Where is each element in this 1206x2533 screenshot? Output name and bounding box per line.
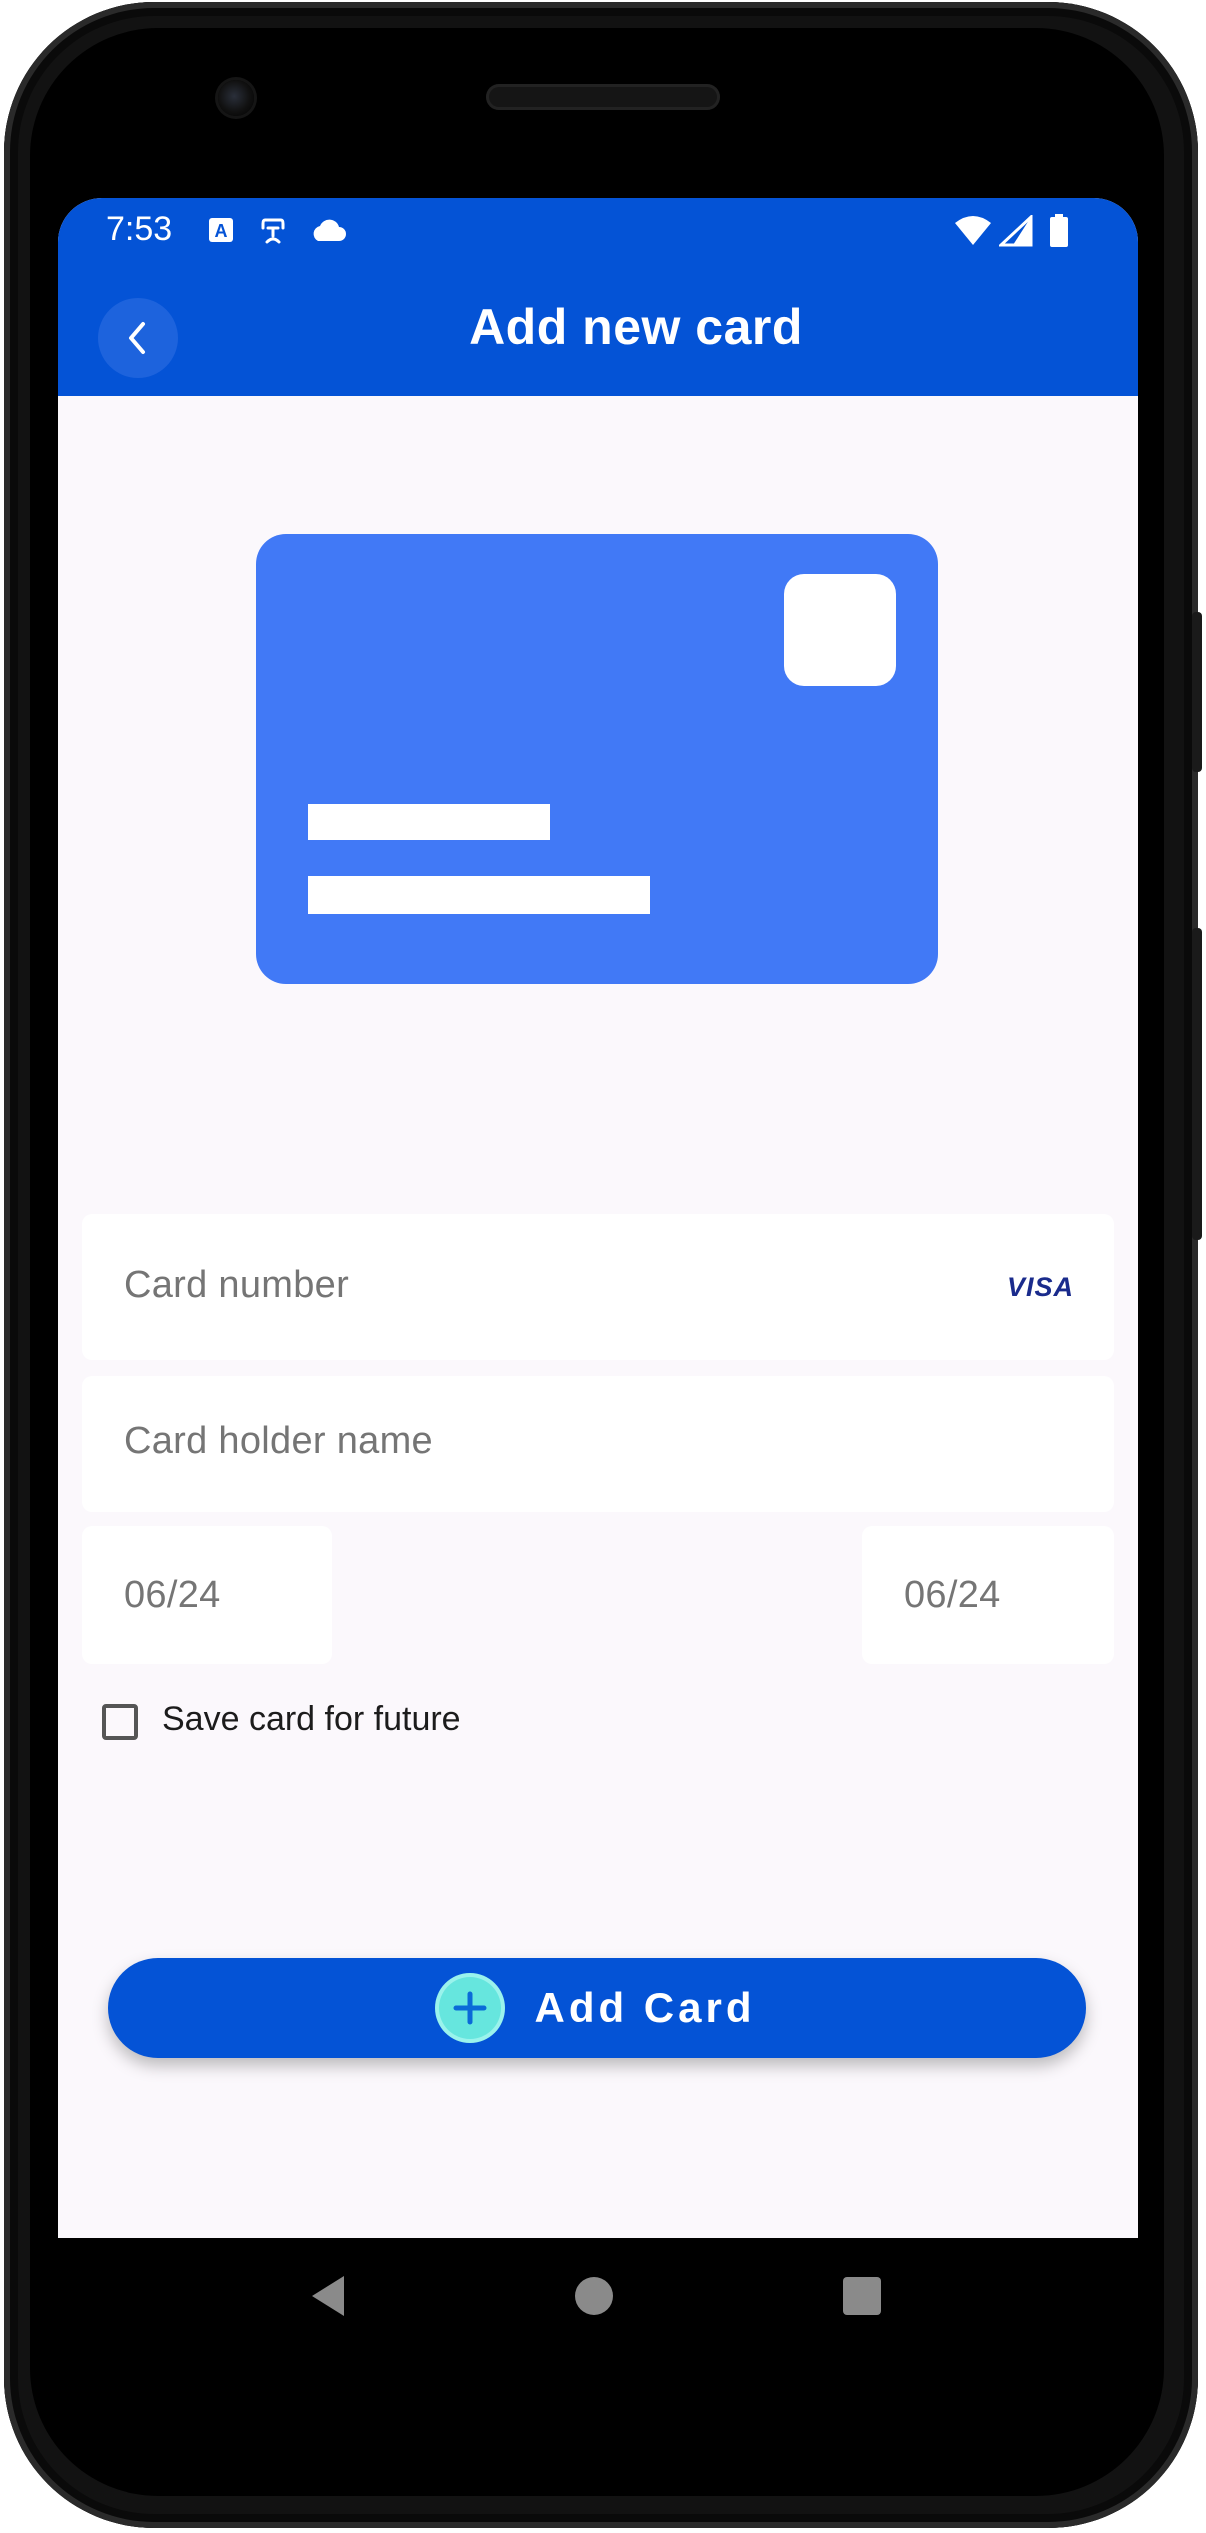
- card-number-placeholder: Card number: [124, 1264, 350, 1306]
- accessibility-icon: [256, 214, 290, 248]
- wifi-icon: [952, 214, 994, 248]
- page-title: Add new card: [469, 299, 803, 355]
- add-card-button[interactable]: Add Card: [108, 1958, 1086, 2058]
- card-holder-placeholder: Card holder name: [124, 1420, 433, 1462]
- save-card-checkbox[interactable]: [102, 1704, 138, 1740]
- back-nav-icon[interactable]: [298, 2266, 358, 2326]
- expiry-field-left[interactable]: 06/24: [82, 1526, 332, 1664]
- app-screen: 7:53 A Add new card Card number VISA Car…: [58, 198, 1138, 2238]
- status-bar: 7:53 A: [58, 198, 1138, 272]
- power-button: [1192, 612, 1202, 772]
- visa-brand-icon: VISA: [1006, 1272, 1074, 1302]
- card-line-long: [308, 876, 650, 914]
- earpiece-speaker: [486, 84, 720, 110]
- expiry-right-placeholder: 06/24: [904, 1574, 1001, 1616]
- home-nav-icon[interactable]: [564, 2266, 624, 2326]
- battery-icon: [1042, 214, 1076, 248]
- expiry-left-placeholder: 06/24: [124, 1574, 221, 1616]
- svg-text:A: A: [215, 221, 228, 241]
- add-card-label: Add Card: [534, 1984, 756, 2031]
- phone-device: 7:53 A Add new card Card number VISA Car…: [0, 0, 1206, 2533]
- save-card-label: Save card for future: [162, 1700, 461, 1738]
- volume-button: [1192, 928, 1202, 1240]
- app-bar: Add new card: [58, 272, 1138, 396]
- system-nav-bar: [58, 2238, 1138, 2362]
- recents-nav-icon[interactable]: [832, 2266, 892, 2326]
- card-line-short: [308, 804, 550, 840]
- expiry-field-right[interactable]: 06/24: [862, 1526, 1114, 1664]
- card-illustration: [256, 534, 938, 984]
- card-chip: [784, 574, 896, 686]
- signal-icon: [996, 214, 1036, 248]
- plus-circle-icon: [438, 1977, 501, 2039]
- front-camera: [218, 80, 254, 116]
- card-number-field[interactable]: Card number VISA: [82, 1214, 1114, 1360]
- card-holder-field[interactable]: Card holder name: [82, 1376, 1114, 1512]
- a-keyboard-icon: A: [204, 214, 238, 248]
- cloud-icon: [308, 214, 348, 248]
- status-time: 7:53: [106, 210, 173, 248]
